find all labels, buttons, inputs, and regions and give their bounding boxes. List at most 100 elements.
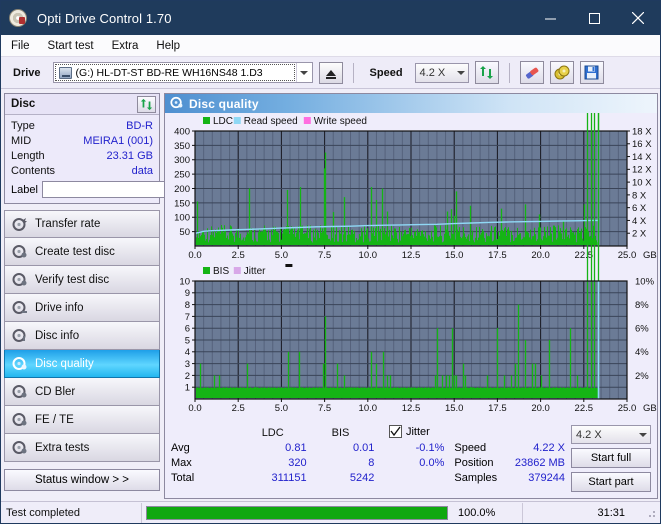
sidebar-item-label: Disc info bbox=[35, 329, 80, 342]
maximize-icon[interactable] bbox=[572, 1, 616, 35]
disc-row-key: MID bbox=[11, 134, 32, 147]
sidebar-item-cd-bler[interactable]: CD Bler bbox=[4, 378, 160, 406]
svg-text:10.0: 10.0 bbox=[359, 403, 378, 414]
svg-text:15.0: 15.0 bbox=[445, 250, 464, 261]
sidebar-item-transfer-rate[interactable]: Transfer rate bbox=[4, 210, 160, 238]
cell-max-bis: 8 bbox=[368, 456, 375, 469]
speed-readout-value: 4.22 X bbox=[533, 441, 565, 454]
status-window-button[interactable]: Status window > > bbox=[4, 469, 160, 491]
svg-text:25.0: 25.0 bbox=[618, 403, 637, 414]
test-speed-value: 4.2 X bbox=[576, 428, 602, 441]
svg-text:10 X: 10 X bbox=[632, 178, 652, 189]
svg-text:8%: 8% bbox=[635, 300, 649, 311]
refresh-icon[interactable] bbox=[474, 61, 499, 84]
svg-text:300: 300 bbox=[174, 155, 190, 166]
disc-panel-title: Disc bbox=[11, 98, 36, 110]
disc-quality-charts[interactable]: LDC Read speed Write speed5010015020025030… bbox=[165, 113, 657, 421]
close-icon[interactable] bbox=[616, 1, 660, 35]
svg-text:5: 5 bbox=[185, 335, 190, 346]
sidebar-item-create-test-disc[interactable]: Create test disc bbox=[4, 238, 160, 266]
jitter-checkbox[interactable] bbox=[388, 425, 402, 438]
disc-row-value: 23.31 GB bbox=[106, 149, 153, 162]
menu-item-file[interactable]: File bbox=[11, 40, 30, 52]
disc-panel-header: Disc bbox=[5, 94, 159, 115]
disc-row-value: data bbox=[131, 164, 153, 177]
test-speed-select[interactable]: 4.2 X bbox=[571, 425, 651, 444]
disc-test-icon bbox=[12, 440, 27, 455]
save-icon[interactable] bbox=[579, 61, 604, 84]
start-full-button[interactable]: Start full bbox=[571, 448, 651, 468]
sidebar-item-extra-tests[interactable]: Extra tests bbox=[4, 434, 160, 462]
minimize-icon[interactable] bbox=[528, 1, 572, 35]
stats-table: LDC BIS Avg 0.81 0.01 Max 320 8 Total 31… bbox=[171, 425, 374, 485]
menu-bar: File Start test Extra Help bbox=[1, 35, 660, 57]
readout-values: 4.22 X 23862 MB 379244 bbox=[515, 425, 565, 485]
jitter-label: Jitter bbox=[405, 425, 430, 438]
svg-text:16 X: 16 X bbox=[632, 139, 652, 150]
svg-text:20.0: 20.0 bbox=[531, 403, 550, 414]
cell-total-bis: 5242 bbox=[349, 471, 375, 484]
speed-select[interactable]: 4.2 X bbox=[414, 62, 469, 83]
sidebar-item-verify-test-disc[interactable]: Verify test disc bbox=[4, 266, 160, 294]
disc-quality-icon bbox=[170, 96, 183, 112]
svg-text:12.5: 12.5 bbox=[402, 250, 421, 261]
sidebar-item-drive-info[interactable]: Drive info bbox=[4, 294, 160, 322]
svg-text:Jitter: Jitter bbox=[244, 266, 266, 277]
drive-select-value: (G:) HL-DT-ST BD-RE WH16NS48 1.D3 bbox=[75, 66, 263, 79]
disc-row-mid: MID MEIRA1 (001) bbox=[11, 133, 153, 148]
actions-column: 4.2 X Start full Start part bbox=[571, 425, 651, 492]
svg-text:Write speed: Write speed bbox=[314, 116, 367, 127]
sidebar-item-disc-quality[interactable]: Disc quality bbox=[4, 350, 160, 378]
disc-test-icon bbox=[12, 328, 27, 343]
disc-test-icon bbox=[12, 412, 27, 427]
samples-value: 379244 bbox=[528, 471, 565, 484]
svg-text:2 X: 2 X bbox=[632, 229, 647, 240]
chevron-down-icon[interactable] bbox=[636, 425, 650, 444]
table-row: Max 320 8 bbox=[171, 455, 374, 470]
cell-avg-jitter: -0.1% bbox=[415, 441, 445, 454]
disc-label-row: Label bbox=[11, 180, 244, 199]
sidebar-item-label: CD Bler bbox=[35, 385, 76, 398]
sidebar-item-disc-info[interactable]: Disc info bbox=[4, 322, 160, 350]
start-part-label: Start part bbox=[588, 476, 634, 488]
svg-text:GB: GB bbox=[643, 250, 657, 261]
disc-row-value: BD-R bbox=[126, 119, 153, 132]
col-header-bis: BIS bbox=[331, 426, 350, 439]
sidebar-item-fe-te[interactable]: FE / TE bbox=[4, 406, 160, 434]
svg-text:2.5: 2.5 bbox=[232, 403, 245, 414]
app-window: Opti Drive Control 1.70 File Start test … bbox=[0, 0, 661, 524]
speed-select-value: 4.2 X bbox=[419, 66, 446, 79]
resize-grip-icon[interactable] bbox=[645, 506, 657, 519]
disc-row-type: Type BD-R bbox=[11, 118, 153, 133]
refresh-icon[interactable] bbox=[137, 95, 156, 113]
svg-text:350: 350 bbox=[174, 141, 190, 152]
chevron-down-icon[interactable] bbox=[295, 63, 312, 82]
row-label-max: Max bbox=[171, 456, 192, 469]
table-header-row: LDC BIS bbox=[171, 425, 374, 440]
svg-text:150: 150 bbox=[174, 198, 190, 209]
menu-item-help[interactable]: Help bbox=[156, 40, 180, 52]
table-row: Avg 0.81 0.01 bbox=[171, 440, 374, 455]
drive-select[interactable]: (G:) HL-DT-ST BD-RE WH16NS48 1.D3 bbox=[52, 62, 313, 83]
charts-area: LDC Read speed Write speed 50 100 150 200 250 30… bbox=[165, 113, 657, 424]
gold-disc-icon[interactable] bbox=[549, 61, 574, 84]
menu-item-start-test[interactable]: Start test bbox=[48, 40, 94, 52]
drive-icon bbox=[58, 66, 72, 79]
start-part-button[interactable]: Start part bbox=[571, 472, 651, 492]
svg-text:5.0: 5.0 bbox=[275, 250, 288, 261]
svg-text:9: 9 bbox=[185, 288, 190, 299]
svg-text:100: 100 bbox=[174, 213, 190, 224]
eraser-icon[interactable] bbox=[519, 61, 544, 84]
disc-quality-icon bbox=[12, 356, 27, 371]
eject-button[interactable] bbox=[318, 61, 343, 84]
title-bar: Opti Drive Control 1.70 bbox=[1, 1, 660, 35]
disc-info-rows: Type BD-R MID MEIRA1 (001) Length 23.31 … bbox=[5, 115, 244, 203]
svg-text:250: 250 bbox=[174, 170, 190, 181]
speed-label: Speed bbox=[369, 66, 403, 79]
stats-area: LDC BIS Avg 0.81 0.01 Max 320 8 Total 31… bbox=[165, 421, 657, 496]
menu-item-extra[interactable]: Extra bbox=[112, 40, 139, 52]
svg-text:0.0: 0.0 bbox=[188, 250, 201, 261]
window-title: Opti Drive Control 1.70 bbox=[37, 10, 172, 26]
toolbar-divider bbox=[352, 62, 354, 83]
chevron-down-icon[interactable] bbox=[454, 63, 468, 82]
